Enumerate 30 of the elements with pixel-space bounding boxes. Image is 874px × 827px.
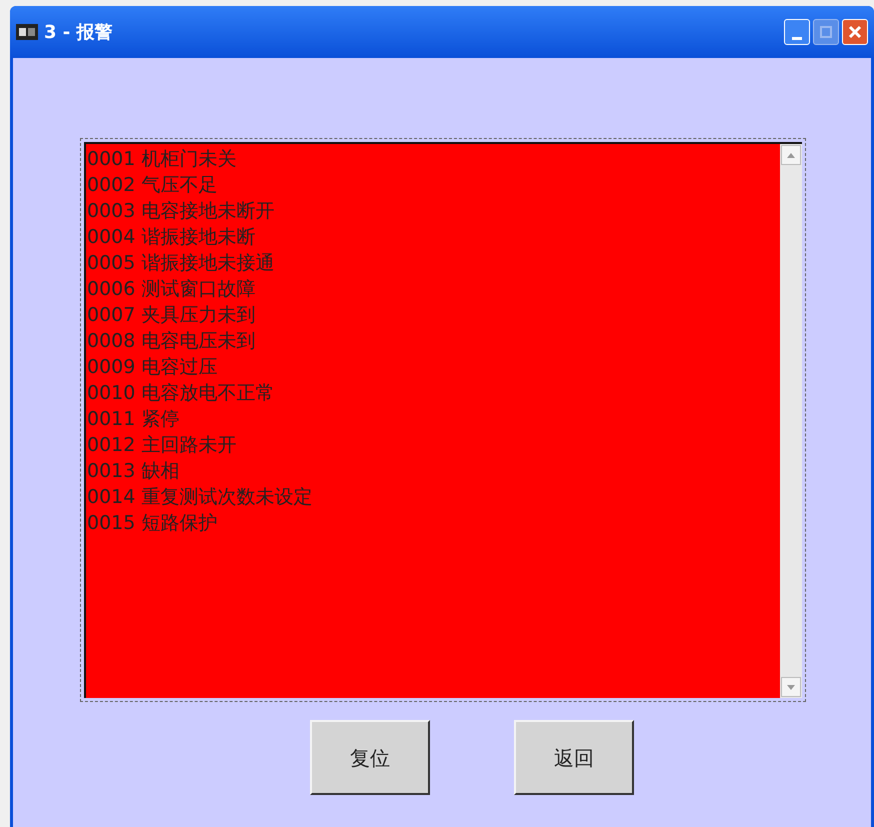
window-icon — [16, 24, 38, 40]
close-icon — [848, 25, 862, 39]
minimize-icon — [792, 37, 802, 40]
alarm-item[interactable]: 0003 电容接地未断开 — [86, 198, 274, 224]
down-arrow-icon — [787, 684, 795, 690]
reset-button[interactable]: 复位 — [310, 720, 430, 795]
alarm-item[interactable]: 0002 气压不足 — [86, 172, 218, 198]
alarm-item[interactable]: 0009 电容过压 — [86, 354, 218, 380]
close-button[interactable] — [842, 19, 868, 45]
alarm-item[interactable]: 0015 短路保护 — [86, 510, 218, 536]
alarm-item[interactable]: 0004 谐振接地未断 — [86, 224, 256, 250]
alarm-item[interactable]: 0014 重复测试次数未设定 — [86, 484, 312, 510]
window-title: 3 - 报警 — [44, 20, 113, 44]
alarm-item[interactable]: 0001 机柜门未关 — [86, 146, 236, 172]
alarm-item[interactable]: 0010 电容放电不正常 — [86, 380, 274, 406]
alarm-item[interactable]: 0005 谐振接地未接通 — [86, 250, 274, 276]
scroll-down-button[interactable] — [781, 677, 801, 697]
up-arrow-icon — [787, 152, 795, 158]
minimize-button[interactable] — [784, 19, 810, 45]
scroll-up-button[interactable] — [781, 145, 801, 165]
alarm-item[interactable]: 0011 紧停 — [86, 406, 180, 432]
alarm-item[interactable]: 0012 主回路未开 — [86, 432, 236, 458]
alarm-item[interactable]: 0013 缺相 — [86, 458, 180, 484]
scrollbar[interactable] — [780, 144, 802, 698]
alarm-item[interactable]: 0006 测试窗口故障 — [86, 276, 256, 302]
back-button[interactable]: 返回 — [514, 720, 634, 795]
alarm-item[interactable]: 0008 电容电压未到 — [86, 328, 256, 354]
alarm-item[interactable]: 0007 夹具压力未到 — [86, 302, 256, 328]
maximize-button[interactable] — [813, 19, 839, 45]
maximize-icon — [820, 26, 832, 38]
